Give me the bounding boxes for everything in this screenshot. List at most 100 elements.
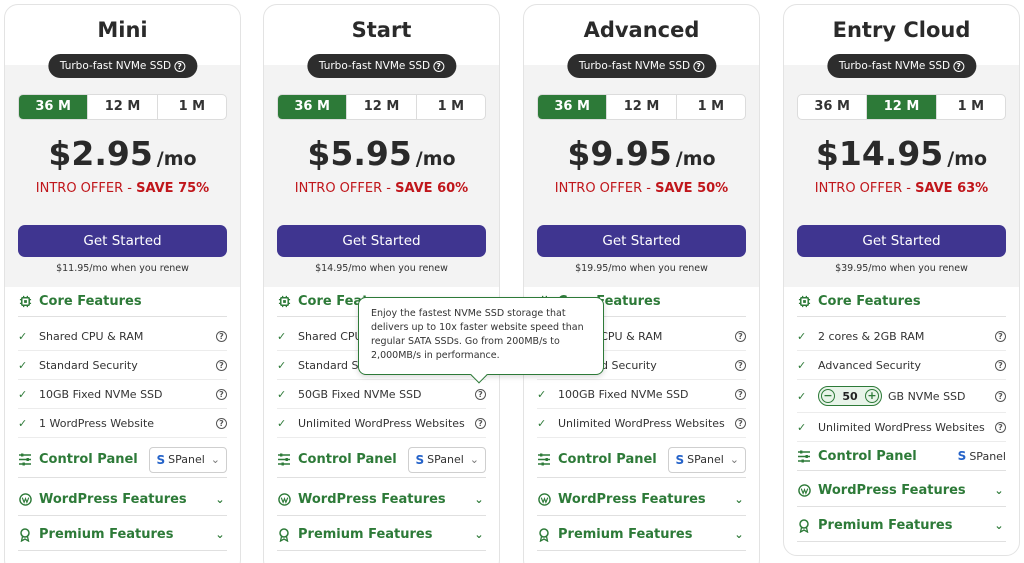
feature-item: ✓ Advanced Security? [797, 351, 1006, 380]
control-panel-select[interactable]: S SPanel ⌄ [149, 446, 227, 473]
question-circle-icon[interactable]: ? [174, 60, 186, 72]
chevron-down-icon: ⌄ [474, 493, 484, 506]
plus-icon[interactable]: + [865, 389, 879, 403]
intro-offer: INTRO OFFER - SAVE 75% [35, 181, 210, 196]
wordpress-icon [277, 493, 291, 507]
term-1m[interactable]: 1 M [158, 95, 226, 119]
term-selector: 36 M 12 M 1 M [537, 94, 746, 120]
chevron-down-icon: ⌄ [994, 519, 1004, 532]
premium-features-toggle[interactable]: Premium Features ⌄ [277, 519, 486, 551]
question-circle-icon[interactable]: ? [992, 330, 1006, 343]
plan-name: Mini [97, 18, 148, 42]
premium-features-toggle[interactable]: Premium Features ⌄ [537, 519, 746, 551]
get-started-button[interactable]: Get Started [18, 225, 227, 257]
question-circle-icon[interactable]: ? [213, 359, 227, 372]
award-icon [537, 527, 551, 542]
check-icon: ✓ [277, 358, 287, 372]
spanel-logo-icon: S [957, 449, 967, 463]
spanel-logo-icon: S [156, 452, 166, 467]
nvme-badge[interactable]: Turbo-fast NVMe SSD? [826, 54, 977, 78]
check-icon: ✓ [537, 387, 547, 401]
get-started-button[interactable]: Get Started [277, 225, 486, 257]
control-panel-select[interactable]: S SPanel ⌄ [408, 446, 486, 473]
plan-name: Start [351, 18, 412, 42]
chevron-down-icon: ⌄ [469, 453, 479, 466]
nvme-badge[interactable]: Turbo-fast NVMe SSD? [566, 54, 717, 78]
feature-item: ✓ 10GB Fixed NVMe SSD? [18, 380, 227, 409]
term-12m[interactable]: 12 M [867, 95, 937, 119]
feature-item-storage: ✓ − 50 + GB NVMe SSD ? [797, 380, 1006, 413]
term-36m[interactable]: 36 M [19, 95, 89, 119]
question-circle-icon[interactable]: ? [732, 417, 746, 430]
control-panel-row: Control Panel S SPanel [797, 442, 1006, 471]
core-features-header: Core Features [797, 287, 1006, 317]
wordpress-icon [797, 484, 811, 498]
premium-features-toggle[interactable]: Premium Features ⌄ [797, 510, 1006, 542]
storage-value[interactable]: 50 [835, 390, 865, 403]
chevron-down-icon: ⌄ [215, 528, 225, 541]
plan-card-entry-cloud: Entry Cloud Turbo-fast NVMe SSD? 36 M 12… [783, 4, 1020, 556]
spanel-logo-icon: S [675, 452, 685, 467]
nvme-tooltip: Enjoy the fastest NVMe SSD storage that … [358, 297, 604, 384]
plan-name: Advanced [583, 18, 700, 42]
check-icon: ✓ [18, 329, 28, 343]
feature-item: ✓ 50GB Fixed NVMe SSD? [277, 380, 486, 409]
term-12m[interactable]: 12 M [88, 95, 158, 119]
check-icon: ✓ [797, 389, 807, 403]
control-panel-row: Control Panel S SPanel ⌄ [537, 442, 746, 478]
term-1m[interactable]: 1 M [677, 95, 745, 119]
chevron-down-icon: ⌄ [474, 528, 484, 541]
question-circle-icon[interactable]: ? [732, 359, 746, 372]
wordpress-features-toggle[interactable]: WordPress Features ⌄ [18, 484, 227, 516]
pricing-cards: Mini Turbo-fast NVMe SSD? 36 M 12 M 1 M … [4, 4, 1020, 563]
term-12m[interactable]: 12 M [347, 95, 417, 119]
term-1m[interactable]: 1 M [417, 95, 485, 119]
feature-item: ✓ 100GB Fixed NVMe SSD? [537, 380, 746, 409]
get-started-button[interactable]: Get Started [537, 225, 746, 257]
term-36m[interactable]: 36 M [278, 95, 348, 119]
question-circle-icon[interactable]: ? [992, 359, 1006, 372]
question-circle-icon[interactable]: ? [213, 417, 227, 430]
price: $5.95/mo [307, 134, 456, 173]
term-12m[interactable]: 12 M [607, 95, 677, 119]
question-circle-icon[interactable]: ? [732, 330, 746, 343]
check-icon: ✓ [18, 358, 28, 372]
control-panel-select[interactable]: S SPanel ⌄ [668, 446, 746, 473]
intro-offer: INTRO OFFER - SAVE 50% [554, 181, 729, 196]
plan-card-advanced: Advanced Turbo-fast NVMe SSD? 36 M 12 M … [523, 4, 760, 563]
question-circle-icon[interactable]: ? [472, 417, 486, 430]
question-circle-icon[interactable]: ? [953, 60, 965, 72]
premium-features-toggle[interactable]: Premium Features ⌄ [18, 519, 227, 551]
question-circle-icon[interactable]: ? [213, 330, 227, 343]
check-icon: ✓ [537, 416, 547, 430]
question-circle-icon[interactable]: ? [693, 60, 705, 72]
wordpress-features-toggle[interactable]: WordPress Features ⌄ [537, 484, 746, 516]
nvme-badge[interactable]: Turbo-fast NVMe SSD? [306, 54, 457, 78]
cpu-chip-icon [277, 295, 291, 309]
term-36m[interactable]: 36 M [538, 95, 608, 119]
wordpress-features-toggle[interactable]: WordPress Features ⌄ [797, 475, 1006, 507]
chevron-down-icon: ⌄ [210, 453, 220, 466]
cpu-chip-icon [18, 295, 32, 309]
control-panel-value: S SPanel [957, 449, 1006, 463]
get-started-button[interactable]: Get Started [797, 225, 1006, 257]
question-circle-icon[interactable]: ? [433, 60, 445, 72]
control-panel-row: Control Panel S SPanel ⌄ [277, 442, 486, 478]
question-circle-icon[interactable]: ? [732, 388, 746, 401]
question-circle-icon[interactable]: ? [472, 388, 486, 401]
question-circle-icon[interactable]: ? [992, 421, 1006, 434]
term-36m[interactable]: 36 M [798, 95, 868, 119]
nvme-badge[interactable]: Turbo-fast NVMe SSD? [47, 54, 198, 78]
question-circle-icon[interactable]: ? [992, 390, 1006, 403]
term-selector: 36 M 12 M 1 M [797, 94, 1006, 120]
wordpress-features-toggle[interactable]: WordPress Features ⌄ [277, 484, 486, 516]
wordpress-icon [18, 493, 32, 507]
spanel-logo-icon: S [415, 452, 425, 467]
question-circle-icon[interactable]: ? [213, 388, 227, 401]
renew-price: $19.95/mo when you renew [575, 263, 708, 274]
minus-icon[interactable]: − [821, 389, 835, 403]
award-icon [18, 527, 32, 542]
plan-card-start: Start Turbo-fast NVMe SSD? 36 M 12 M 1 M… [263, 4, 500, 563]
term-1m[interactable]: 1 M [937, 95, 1005, 119]
term-selector: 36 M 12 M 1 M [18, 94, 227, 120]
